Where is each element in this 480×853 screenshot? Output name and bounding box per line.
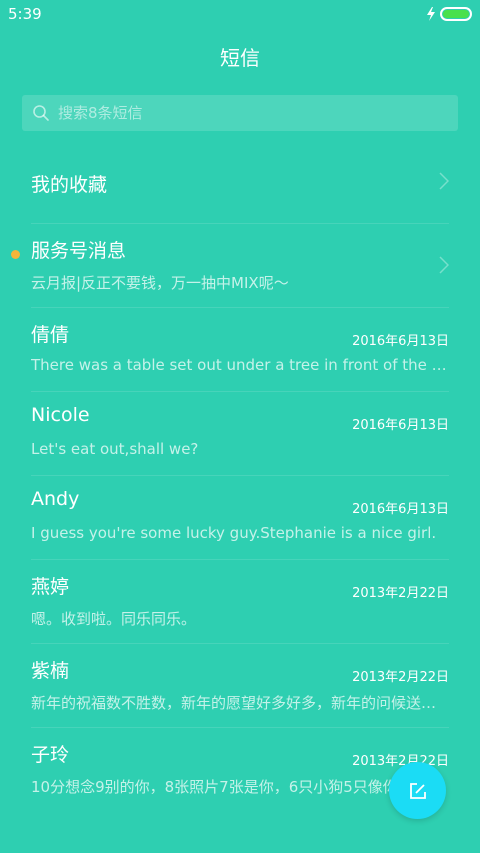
message-date: 2016年6月13日	[352, 418, 449, 433]
contact-name: 倩倩	[31, 324, 70, 346]
message-snippet: 新年的祝福数不胜数，新年的愿望好多好多，新年的问候送给你	[31, 694, 449, 712]
battery-level	[443, 10, 469, 18]
contact-name: 紫楠	[31, 660, 70, 682]
contact-name: 子玲	[31, 744, 70, 766]
search-input[interactable]	[58, 104, 438, 122]
conversation-row[interactable]: 倩倩 2016年6月13日 There was a table set out …	[31, 308, 449, 392]
search-icon	[33, 105, 49, 121]
message-snippet: 嗯。收到啦。同乐同乐。	[31, 610, 197, 628]
message-snippet: 10分想念9别的你，8张照片7张是你，6只小狗5只像你	[31, 778, 398, 796]
contact-name: Nicole	[31, 404, 90, 426]
message-snippet: There was a table set out under a tree i…	[31, 356, 449, 374]
conversation-row[interactable]: 燕婷 2013年2月22日 嗯。收到啦。同乐同乐。	[31, 560, 449, 644]
page-title: 短信	[220, 46, 260, 70]
message-date: 2016年6月13日	[352, 334, 449, 349]
message-snippet: Let's eat out,shall we?	[31, 440, 199, 458]
service-title: 服务号消息	[31, 240, 127, 262]
conversation-row[interactable]: 紫楠 2013年2月22日 新年的祝福数不胜数，新年的愿望好多好多，新年的问候送…	[31, 644, 449, 728]
message-date: 2016年6月13日	[352, 502, 449, 517]
compose-icon	[409, 782, 426, 799]
status-time: 5:39	[8, 5, 42, 23]
conversation-row[interactable]: 子玲 2013年2月22日 10分想念9别的你，8张照片7张是你，6只小狗5只像…	[31, 728, 449, 812]
service-snippet: 云月报|反正不要钱，万一抽中MIX呢～	[31, 274, 289, 292]
conversation-list: 我的收藏 服务号消息 云月报|反正不要钱，万一抽中MIX呢～ 倩倩 2016年6…	[0, 140, 480, 812]
message-date: 2013年2月22日	[352, 670, 449, 685]
status-bar: 5:39	[0, 0, 480, 28]
search-bar[interactable]	[22, 95, 458, 131]
favorites-label: 我的收藏	[31, 174, 108, 196]
contact-name: Andy	[31, 488, 80, 510]
conversation-row[interactable]: Nicole 2016年6月13日 Let's eat out,shall we…	[31, 392, 449, 476]
conversation-row[interactable]: Andy 2016年6月13日 I guess you're some luck…	[31, 476, 449, 560]
contact-name: 燕婷	[31, 576, 70, 598]
favorites-row[interactable]: 我的收藏	[31, 140, 449, 224]
unread-dot	[11, 250, 20, 259]
bolt-icon	[427, 7, 435, 21]
status-icons	[426, 7, 472, 21]
service-row[interactable]: 服务号消息 云月报|反正不要钱，万一抽中MIX呢～	[11, 224, 449, 308]
battery-icon	[440, 7, 472, 21]
message-date: 2013年2月22日	[352, 586, 449, 601]
message-snippet: I guess you're some lucky guy.Stephanie …	[31, 524, 437, 542]
compose-button[interactable]	[389, 762, 446, 819]
chevron-right-icon	[439, 172, 449, 190]
chevron-right-icon	[439, 256, 449, 274]
